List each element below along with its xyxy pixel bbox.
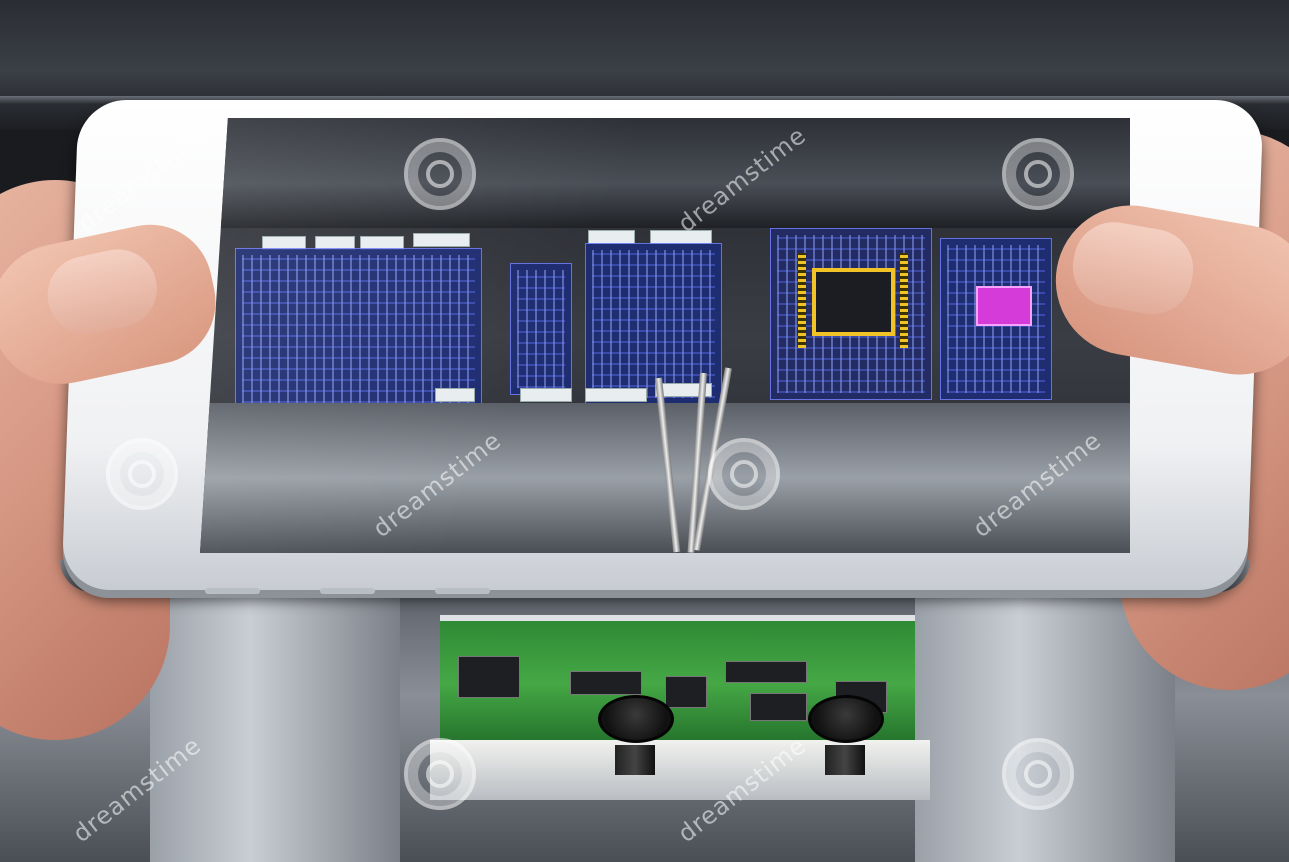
watermark-logo-icon bbox=[1002, 738, 1074, 810]
screen-glare bbox=[200, 118, 1130, 553]
clamp-stem bbox=[825, 745, 865, 775]
clamp-knob bbox=[808, 695, 884, 743]
watermark-logo-icon bbox=[404, 738, 476, 810]
watermark-logo-icon bbox=[106, 438, 178, 510]
pcb-chip bbox=[570, 671, 642, 695]
phone-side-button bbox=[435, 588, 490, 594]
phone-screen bbox=[200, 118, 1130, 553]
watermark-logo-icon bbox=[708, 438, 780, 510]
clamp-knob bbox=[598, 695, 674, 743]
thumbnail bbox=[40, 242, 165, 342]
clamp-stem bbox=[615, 745, 655, 775]
thumbnail bbox=[1066, 215, 1200, 321]
pcb-chip bbox=[665, 676, 707, 708]
pcb-chip bbox=[458, 656, 520, 698]
pcb-chip bbox=[725, 661, 807, 683]
watermark-logo-icon bbox=[404, 138, 476, 210]
pcb-chip bbox=[750, 693, 807, 721]
phone-volume-button bbox=[205, 588, 260, 594]
phone-volume-button bbox=[320, 588, 375, 594]
machine-column-left bbox=[150, 585, 400, 862]
photo-scene: dreamstime dreamstime dreamstime dreamst… bbox=[0, 0, 1289, 862]
watermark-logo-icon bbox=[1002, 138, 1074, 210]
